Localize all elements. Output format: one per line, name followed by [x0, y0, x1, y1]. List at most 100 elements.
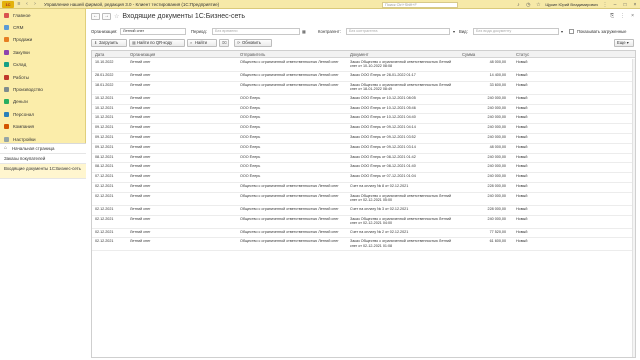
load-button[interactable]: ⬇Загрузить	[91, 39, 127, 47]
find-qr-button[interactable]: ▦Найти по QR-коду	[129, 39, 185, 47]
section-icon	[4, 124, 9, 130]
cell-sender: Общество с ограниченной ответственностью…	[240, 73, 339, 77]
menu-icon[interactable]: ≡	[16, 1, 22, 7]
cell-sum: 240 000,00	[487, 154, 506, 159]
open-window-orders[interactable]: Заказы покупателей	[0, 154, 86, 164]
star-icon[interactable]: ☆	[535, 2, 541, 8]
col-document[interactable]: Документ	[350, 52, 369, 57]
minimize-icon[interactable]: –	[612, 2, 618, 8]
table-scrollbar[interactable]	[632, 59, 635, 357]
forward-button[interactable]: →	[102, 13, 111, 20]
cell-sum: 228 000,00	[487, 206, 506, 211]
table-row[interactable]: 02.12.2021 Летний снег Общество с ограниче…	[92, 183, 635, 193]
sidebar-item[interactable]: Персонал	[0, 108, 85, 120]
table-row[interactable]: 10.12.2021 Летний снег ООО Ёлерь Заказ ООО …	[92, 114, 635, 125]
cell-doc: Заказ ООО Ёлерь от 09-12-2021 04:14	[350, 125, 416, 130]
cell-sum: 61 600,00	[489, 239, 506, 244]
type-label: Вид:	[459, 29, 468, 34]
table-row[interactable]: 07.12.2021 Летний снег ООО Ёлерь Заказ ООО …	[92, 173, 635, 183]
sidebar-item-label: Продажи	[13, 37, 33, 43]
cell-status: Новый	[516, 239, 528, 244]
sidebar-item[interactable]: Закупки	[0, 46, 85, 58]
cell-org: Летний снег	[130, 174, 151, 179]
sidebar-item[interactable]: Склад	[0, 59, 85, 71]
find-button[interactable]: ⌕ Найти	[187, 39, 217, 47]
close-form-icon[interactable]: ×	[631, 13, 634, 19]
table-row[interactable]: 08.12.2021 Летний снег ООО Ёлерь Заказ ООО …	[92, 163, 635, 174]
table-row[interactable]: 09.12.2021 Летний снег ООО Ёлерь Заказ ООО …	[92, 144, 635, 154]
period-picker-icon[interactable]: ▦	[302, 29, 306, 34]
home-page-label: Начальная страница	[12, 146, 55, 151]
org-field[interactable]: Летний снег	[120, 28, 186, 35]
show-loaded-checkbox[interactable]	[569, 29, 574, 34]
table-row[interactable]: 02.12.2021 Летний снег Общество с ограниче…	[92, 229, 635, 239]
period-field[interactable]: Без времени	[212, 28, 300, 35]
sidebar-item[interactable]: Деньги	[0, 96, 85, 108]
type-field[interactable]: Без вида документу	[473, 28, 559, 35]
more-button[interactable]: Еще ▾	[614, 39, 634, 47]
sidebar-item[interactable]: CRM	[0, 21, 85, 33]
global-search-input[interactable]: Поиск Ctrl+Shift+F	[382, 1, 458, 8]
table-row[interactable]: 09.12.2021 Летний снег ООО Ёлерь Заказ ООО …	[92, 124, 635, 134]
sidebar-item[interactable]: Продажи	[0, 34, 85, 46]
bell-icon[interactable]: ♪	[515, 2, 521, 8]
sidebar: Главное CRM Продажи Закупки Склад Работы Произ…	[0, 9, 86, 360]
table-row[interactable]: 10.12.2021 Летний снег ООО Ёлерь Заказ ООО …	[92, 105, 635, 115]
cell-sum: 77 520,00	[489, 229, 506, 234]
cell-date: 18.01.2022	[95, 82, 114, 87]
sidebar-item-label: Деньги	[13, 99, 28, 105]
cell-date: 02.12.2021	[95, 193, 114, 198]
cell-doc: Заказ ООО Ёлерь от 09-12-2021 03:14	[350, 144, 416, 149]
cell-sender: Общество с ограниченной ответственностью…	[240, 216, 339, 221]
table-row[interactable]: 08.12.2021 Летний снег ООО Ёлерь Заказ ООО …	[92, 154, 635, 164]
table-row[interactable]: 02.12.2021 Летний снег Общество с ограниче…	[92, 193, 635, 206]
cell-doc: Заказ Общество с ограниченной ответствен…	[350, 216, 452, 225]
cell-org: Летний снег	[130, 82, 151, 87]
col-sum[interactable]: Сумма	[462, 52, 475, 57]
refresh-button[interactable]: ⟳Обновить	[234, 39, 272, 47]
cell-status: Новый	[516, 60, 528, 64]
table-row[interactable]: 02.12.2021 Летний снег Общество с ограниче…	[92, 238, 635, 252]
link-icon[interactable]: ⎘	[610, 13, 614, 19]
history-icon[interactable]: ◷	[525, 2, 531, 8]
type-picker-icon[interactable]: ▾	[561, 29, 563, 34]
forward-arrow-icon[interactable]: ›	[32, 1, 38, 7]
sidebar-item-label: CRM	[13, 25, 24, 31]
cell-org: Летний снег	[130, 154, 151, 159]
cell-status: Новый	[516, 134, 528, 139]
favorite-star-icon[interactable]: ☆	[114, 13, 119, 20]
user-name[interactable]: Щукин Юрий Владимирович	[545, 2, 598, 7]
settings-icon[interactable]: ⋮	[602, 2, 608, 8]
back-button[interactable]: ←	[91, 13, 100, 20]
cell-sum: 240 000,00	[487, 105, 506, 110]
col-status[interactable]: Статус	[516, 52, 529, 57]
cancel-search-button[interactable]: ⌧	[219, 39, 229, 47]
counterparty-picker-icon[interactable]: ▾	[453, 29, 455, 34]
table-row[interactable]: 02.12.2021 Летний снег Общество с ограниче…	[92, 206, 635, 216]
sidebar-item[interactable]: Работы	[0, 71, 85, 83]
col-sender[interactable]: Отправитель	[240, 52, 265, 57]
back-arrow-icon[interactable]: ‹	[24, 1, 30, 7]
table-row[interactable]: 18.01.2022 Летний снег Общество с ограниче…	[92, 82, 635, 95]
table-row[interactable]: 28.01.2022 Летний снег Общество с ограниче…	[92, 72, 635, 82]
table-body: 10.10.2022 Летний снег Общество с ограниче…	[92, 59, 635, 252]
cell-status: Новый	[516, 216, 528, 221]
download-icon: ⬇	[94, 40, 98, 45]
cell-sender: Общество с ограниченной ответственностью…	[240, 239, 339, 244]
maximize-icon[interactable]: □	[622, 2, 628, 8]
more-vert-icon[interactable]: ⋮	[620, 13, 625, 19]
col-date[interactable]: Дата	[95, 52, 104, 57]
cancel-search-icon: ⌧	[222, 40, 227, 45]
counterparty-field[interactable]: Без контрагента	[346, 28, 450, 35]
home-page-link[interactable]: ⌂ Начальная страница	[0, 144, 86, 154]
open-window-incoming-docs[interactable]: Входящие документы 1С:Бизнес-сеть	[0, 164, 86, 179]
table-row[interactable]: 10.12.2021 Летний снег ООО Ёлерь Заказ ООО …	[92, 95, 635, 105]
sidebar-item[interactable]: Главное	[0, 9, 85, 21]
close-icon[interactable]: ×	[632, 2, 638, 8]
sidebar-item[interactable]: Компания	[0, 121, 85, 133]
sidebar-item[interactable]: Производство	[0, 83, 85, 95]
table-row[interactable]: 02.12.2021 Летний снег Общество с ограниче…	[92, 216, 635, 229]
table-row[interactable]: 09.12.2021 Летний снег ООО Ёлерь Заказ ООО …	[92, 134, 635, 144]
col-organization[interactable]: Организация	[130, 52, 155, 57]
table-row[interactable]: 10.10.2022 Летний снег Общество с ограниче…	[92, 59, 635, 72]
